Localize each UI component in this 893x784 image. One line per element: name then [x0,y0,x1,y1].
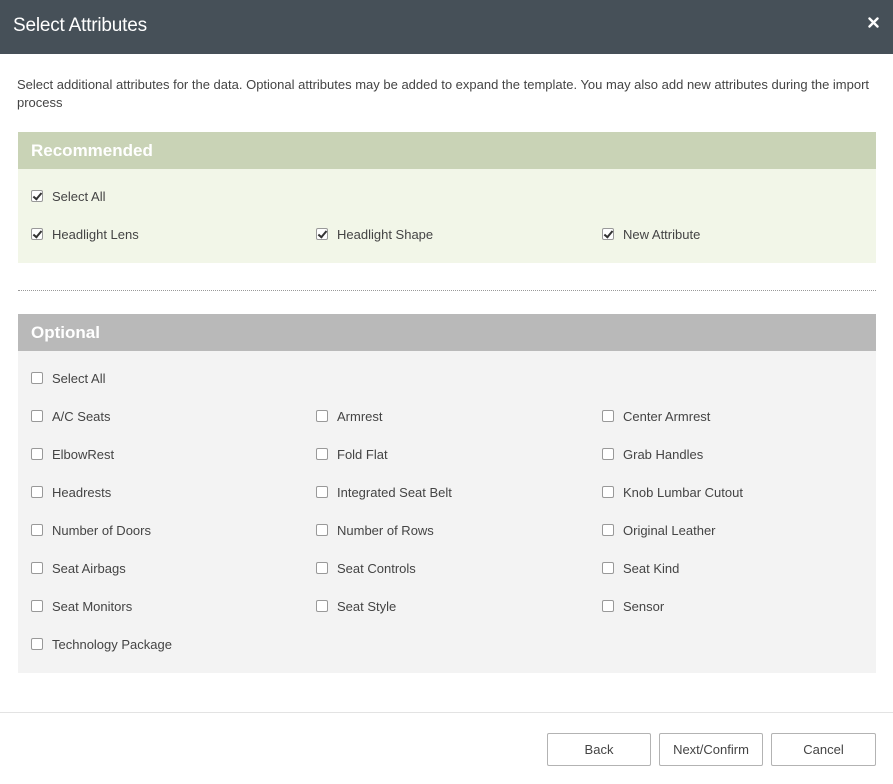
optional-item[interactable]: Seat Airbags [31,559,126,577]
checkbox-label: Knob Lumbar Cutout [623,484,743,500]
optional-item[interactable]: Number of Doors [31,521,151,539]
optional-item[interactable]: Fold Flat [316,445,388,463]
checkbox-label: Armrest [337,408,383,424]
checkbox-label: Sensor [623,598,665,614]
optional-item[interactable]: Sensor [602,597,664,615]
optional-header: Optional [18,314,876,351]
footer-divider [0,712,893,713]
optional-item[interactable]: Grab Handles [602,445,703,463]
recommended-item[interactable]: Headlight Shape [316,225,433,243]
checkbox[interactable] [31,638,43,650]
checkbox-label: Seat Kind [623,560,680,576]
checkbox[interactable] [31,486,43,498]
optional-body [18,351,876,673]
cancel-button[interactable]: Cancel [771,733,876,766]
checkbox-label: Seat Controls [337,560,416,576]
checkbox[interactable] [602,448,614,460]
checkbox[interactable] [602,486,614,498]
optional-item[interactable]: Seat Monitors [31,597,132,615]
close-icon[interactable] [865,14,881,30]
checkbox[interactable] [316,410,328,422]
checkbox[interactable] [602,524,614,536]
checkbox[interactable] [31,190,43,202]
checkbox-label: Number of Doors [52,522,151,538]
section-divider [18,290,876,291]
optional-item[interactable]: Center Armrest [602,407,710,425]
recommended-body [18,169,876,263]
optional-item[interactable]: A/C Seats [31,407,111,425]
intro-text: Select additional attributes for the dat… [17,77,870,110]
checkbox-label: Select All [52,370,106,386]
checkbox[interactable] [31,562,43,574]
optional-select-all[interactable]: Select All [31,369,105,387]
checkbox[interactable] [602,562,614,574]
checkbox-label: Headlight Lens [52,226,139,242]
checkbox-label: Fold Flat [337,446,388,462]
checkbox[interactable] [31,448,43,460]
dialog-title: Select Attributes [13,15,147,36]
optional-item[interactable]: Seat Controls [316,559,416,577]
checkbox[interactable] [316,448,328,460]
checkbox-label: Number of Rows [337,522,434,538]
checkbox[interactable] [602,410,614,422]
checkbox[interactable] [316,600,328,612]
checkbox[interactable] [31,524,43,536]
checkbox-label: A/C Seats [52,408,111,424]
checkbox-label: Seat Style [337,598,397,614]
back-button[interactable]: Back [547,733,651,766]
optional-item[interactable]: Integrated Seat Belt [316,483,452,501]
checkbox-label: ElbowRest [52,446,115,462]
optional-item[interactable]: Number of Rows [316,521,434,539]
checkbox[interactable] [31,372,43,384]
optional-item[interactable]: Armrest [316,407,383,425]
optional-item[interactable]: Knob Lumbar Cutout [602,483,743,501]
dialog-titlebar: Select Attributes [0,0,893,54]
recommended-item[interactable]: Headlight Lens [31,225,139,243]
checkbox-label: Headrests [52,484,112,500]
next-confirm-button[interactable]: Next/Confirm [659,733,763,766]
checkbox-label: New Attribute [623,226,701,242]
checkbox[interactable] [31,410,43,422]
checkbox-label: Grab Handles [623,446,704,462]
checkbox-label: Select All [52,188,106,204]
checkbox[interactable] [316,228,328,240]
checkbox-label: Integrated Seat Belt [337,484,452,500]
optional-item[interactable]: Technology Package [31,635,172,653]
checkbox-label: Technology Package [52,636,172,652]
checkbox[interactable] [316,524,328,536]
optional-item[interactable]: Seat Kind [602,559,679,577]
recommended-select-all[interactable]: Select All [31,187,105,205]
checkbox[interactable] [31,600,43,612]
optional-item[interactable]: ElbowRest [31,445,114,463]
checkbox[interactable] [316,562,328,574]
checkbox[interactable] [316,486,328,498]
checkbox-label: Seat Monitors [52,598,133,614]
checkbox-label: Seat Airbags [52,560,126,576]
recommended-header: Recommended [18,132,876,169]
checkbox-label: Original Leather [623,522,716,538]
optional-item[interactable]: Original Leather [602,521,716,539]
checkbox-label: Headlight Shape [337,226,434,242]
checkbox[interactable] [602,228,614,240]
optional-item[interactable]: Headrests [31,483,111,501]
checkbox-label: Center Armrest [623,408,711,424]
checkbox[interactable] [602,600,614,612]
recommended-item[interactable]: New Attribute [602,225,700,243]
optional-item[interactable]: Seat Style [316,597,396,615]
checkbox[interactable] [31,228,43,240]
